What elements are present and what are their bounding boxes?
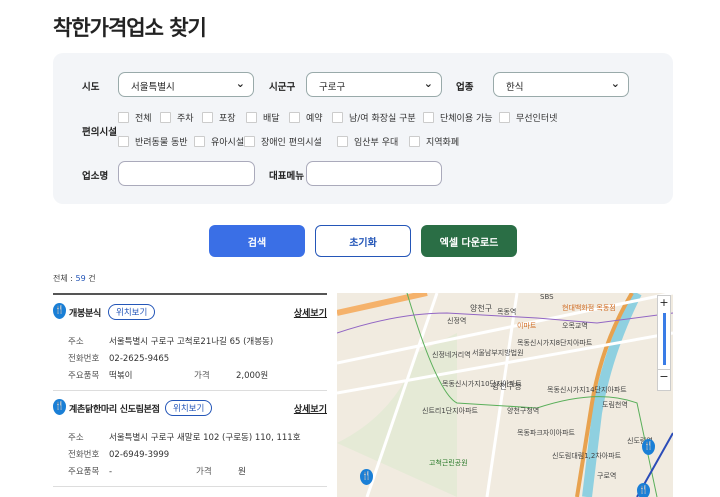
menu-label: 대표메뉴 <box>269 171 304 182</box>
facilities-label: 편의시설 <box>82 127 117 138</box>
map-label: 목동신시가지8단지아파트 <box>517 339 593 347</box>
zoom-control: + − <box>657 295 671 391</box>
map-label: 신정네거리역 <box>432 351 471 359</box>
category-select[interactable]: 한식 ⌄ <box>493 72 629 97</box>
sigungu-label: 시군구 <box>269 82 296 93</box>
checkbox-pet[interactable]: 반려동물 동반 <box>118 135 188 148</box>
map-label: 목동신시가지14단지아파트 <box>547 386 627 394</box>
category-value: 한식 <box>506 82 524 93</box>
detail-link[interactable]: 상세보기 <box>294 402 327 415</box>
search-button[interactable]: 검색 <box>209 225 305 257</box>
price: 2,000원 <box>236 371 269 381</box>
map-label: 오목교역 <box>562 322 588 330</box>
reset-button[interactable]: 초기화 <box>315 225 411 257</box>
checkbox-takeout[interactable]: 포장 <box>202 111 236 124</box>
map-label: 현대백화점 목동점 <box>562 304 616 312</box>
filter-panel: 시도 서울특별시 ⌄ 시군구 구로구 ⌄ 업종 한식 ⌄ 편의시설 전체 주차 포장 … <box>53 53 673 204</box>
menu-input[interactable] <box>306 161 442 186</box>
price: 원 <box>238 467 246 477</box>
zoom-out-button[interactable]: − <box>658 369 670 383</box>
location-button[interactable]: 위치보기 <box>108 304 156 320</box>
store-name: 계촌닭한마리 신도림본점 <box>69 405 160 415</box>
map-label: 양천구 <box>470 304 493 313</box>
map-label: 신트리1단지아파트 <box>422 407 478 415</box>
sigungu-value: 구로구 <box>319 82 346 93</box>
chevron-down-icon: ⌄ <box>610 77 620 90</box>
zoom-in-button[interactable]: + <box>658 296 670 309</box>
map-label: 서울남부지방법원 <box>472 349 524 357</box>
chevron-down-icon: ⌄ <box>423 77 433 90</box>
list-item: 🍴 개봉분식 위치보기 상세보기 주소 서울특별시 구로구 고척로21나길 65 … <box>53 295 327 391</box>
map-label: 도림천역 <box>602 401 628 409</box>
result-count: 전체 : 59 건 <box>53 274 96 283</box>
checkbox-reservation[interactable]: 예약 <box>289 111 323 124</box>
map-label: 고척근린공원 <box>429 459 468 467</box>
map-label: 목동파크자이아파트 <box>517 429 575 437</box>
map[interactable]: 양천구 목동역 신정역 오목교역 신정네거리역 서울남부지방법원 목동신시가지8… <box>337 293 673 497</box>
checkbox-parking[interactable]: 주차 <box>160 111 194 124</box>
sido-label: 시도 <box>82 82 100 93</box>
map-label: 신정역 <box>447 317 467 325</box>
detail-link[interactable]: 상세보기 <box>294 306 327 319</box>
list-item: 🍴 계촌닭한마리 신도림본점 위치보기 상세보기 주소 서울특별시 구로구 새말로… <box>53 391 327 487</box>
checkbox-disabled[interactable]: 장애인 편의시설 <box>244 135 322 148</box>
checkbox-pregnant[interactable]: 임산부 우대 <box>337 135 398 148</box>
sido-value: 서울특별시 <box>131 82 175 93</box>
store-name: 개봉분식 <box>69 309 101 319</box>
address: 서울특별시 구로구 고척로21나길 65 (개봉동) <box>109 337 274 347</box>
sido-select[interactable]: 서울특별시 ⌄ <box>118 72 254 97</box>
store-name-input[interactable] <box>118 161 255 186</box>
location-button[interactable]: 위치보기 <box>165 400 213 416</box>
map-label: 이마트 <box>517 322 537 330</box>
checkbox-local-currency[interactable]: 지역화폐 <box>409 135 459 148</box>
checkbox-restroom[interactable]: 남/여 화장실 구분 <box>332 111 416 124</box>
checkbox-delivery[interactable]: 배달 <box>246 111 280 124</box>
restaurant-pin-icon: 🍴 <box>53 303 66 319</box>
map-label: SBS <box>540 293 554 301</box>
zoom-slider[interactable] <box>662 313 666 365</box>
restaurant-pin-icon: 🍴 <box>53 399 66 415</box>
map-label: 목동역 <box>497 308 517 316</box>
store-list: 🍴 개봉분식 위치보기 상세보기 주소 서울특별시 구로구 고척로21나길 65 … <box>53 293 327 487</box>
phone: 02-2625-9465 <box>109 354 170 364</box>
checkbox-all[interactable]: 전체 <box>118 111 152 124</box>
restaurant-pin-icon[interactable]: 🍴 <box>637 483 650 497</box>
map-roads <box>337 293 673 497</box>
map-label: 양천구청 <box>492 382 522 391</box>
category-label: 업종 <box>456 82 474 93</box>
map-label: 양천구청역 <box>507 407 540 415</box>
checkbox-wifi[interactable]: 무선인터넷 <box>499 111 557 124</box>
item: - <box>109 467 113 477</box>
page-title: 착한가격업소 찾기 <box>53 16 207 40</box>
store-name-label: 업소명 <box>82 171 109 182</box>
map-label: 구로역 <box>597 472 617 480</box>
map-label: 신도림대림1,2차아파트 <box>552 452 622 460</box>
sigungu-select[interactable]: 구로구 ⌄ <box>306 72 442 97</box>
address: 서울특별시 구로구 새말로 102 (구로동) 110, 111호 <box>109 433 301 443</box>
item: 떡볶이 <box>109 371 133 381</box>
phone: 02-6949-3999 <box>109 450 170 460</box>
checkbox-kids[interactable]: 유아시설 <box>194 135 244 148</box>
checkbox-group[interactable]: 단체이용 가능 <box>423 111 493 124</box>
excel-download-button[interactable]: 엑셀 다운로드 <box>421 225 517 257</box>
chevron-down-icon: ⌄ <box>235 77 245 90</box>
